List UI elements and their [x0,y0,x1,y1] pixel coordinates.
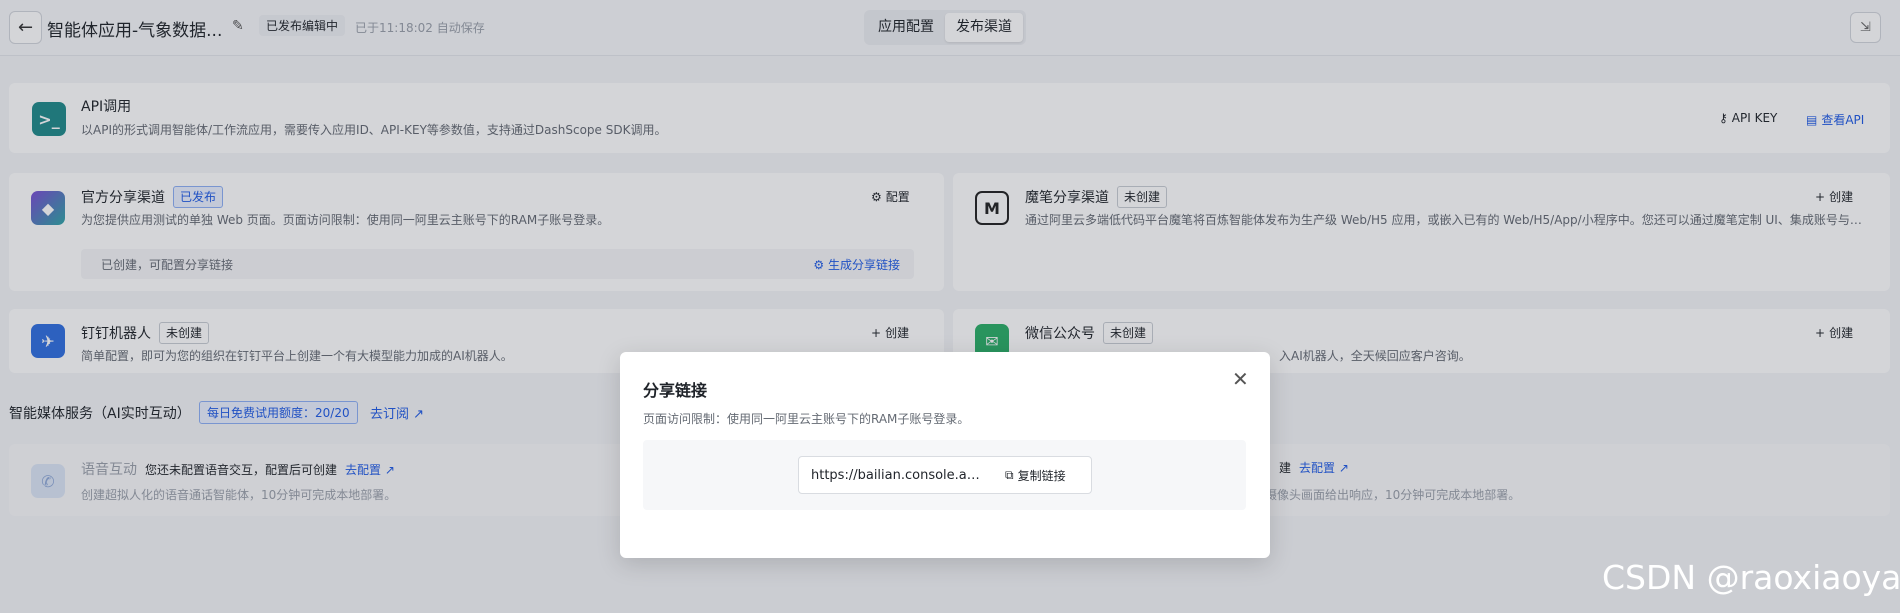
link-box: https://bailian.console.aliyun.com/ ⧉复制链… [643,440,1246,510]
share-url[interactable]: https://bailian.console.aliyun.com/ [811,468,983,483]
watermark: CSDN @raoxiaoya [1602,558,1900,597]
close-icon[interactable]: ✕ [1232,369,1249,389]
copy-link-button[interactable]: ⧉ 复制链接 [1005,467,1066,484]
share-link-modal: 分享链接 ✕ 页面访问限制：使用同一阿里云主账号下的RAM子账号登录。 http… [620,352,1270,558]
share-link-field[interactable]: https://bailian.console.aliyun.com/ ⧉复制链… [798,456,1092,494]
modal-desc: 页面访问限制：使用同一阿里云主账号下的RAM子账号登录。 [643,412,970,426]
copy-icon: ⧉ [1005,467,1014,482]
modal-title: 分享链接 [643,381,708,400]
